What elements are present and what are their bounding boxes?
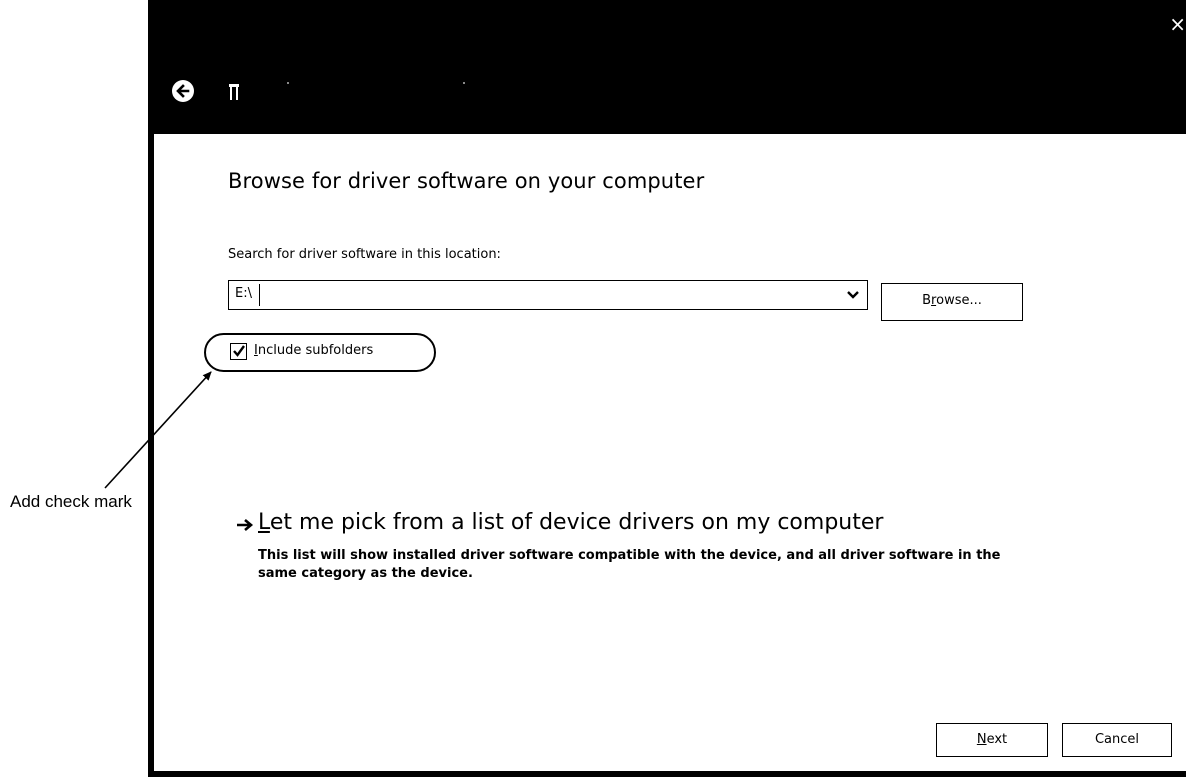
- update-driver-dialog: × Browse for driver software on your com…: [148, 0, 1186, 777]
- pick-title-accel: L: [258, 510, 270, 535]
- subfolders-label-rest: nclude subfolders: [257, 343, 374, 358]
- next-label-accel: N: [976, 732, 987, 747]
- title-bar: ×: [148, 0, 1186, 134]
- location-value[interactable]: E:\: [235, 286, 252, 301]
- titlebar-speck: [463, 82, 465, 84]
- annotation-callout-text: Add check mark: [10, 492, 132, 511]
- checkmark-icon: [233, 345, 245, 357]
- browse-button[interactable]: Browse...: [881, 283, 1023, 321]
- include-subfolders-checkbox[interactable]: [230, 343, 247, 360]
- screenshot-canvas: × Browse for driver software on your com…: [0, 0, 1186, 779]
- pick-from-list-description: This list will show installed driver sof…: [258, 548, 1001, 581]
- back-arrow-icon: [176, 84, 190, 98]
- pick-title-rest: et me pick from a list of device drivers…: [269, 510, 884, 535]
- next-label-rest: ext: [986, 732, 1008, 747]
- page-title: Browse for driver software on your compu…: [228, 169, 705, 193]
- location-combobox[interactable]: E:\: [228, 280, 868, 310]
- text-cursor: [259, 284, 260, 306]
- include-subfolders-label[interactable]: Include subfolders: [254, 343, 373, 358]
- device-icon: [229, 84, 239, 100]
- next-button[interactable]: Next: [936, 723, 1048, 757]
- browse-label-prefix: B: [922, 293, 932, 308]
- browse-label-suffix: owse...: [936, 293, 982, 308]
- pick-from-list-title[interactable]: Let me pick from a list of device driver…: [258, 510, 883, 535]
- titlebar-speck: [287, 82, 289, 84]
- back-button[interactable]: [172, 80, 194, 102]
- search-location-label: Search for driver software in this locat…: [228, 247, 501, 262]
- chevron-down-icon[interactable]: [845, 285, 861, 303]
- arrow-right-icon: [237, 519, 254, 531]
- annotation-highlight-oval: Include subfolders: [204, 333, 436, 372]
- cancel-button[interactable]: Cancel: [1062, 723, 1172, 757]
- close-button[interactable]: ×: [1169, 14, 1186, 34]
